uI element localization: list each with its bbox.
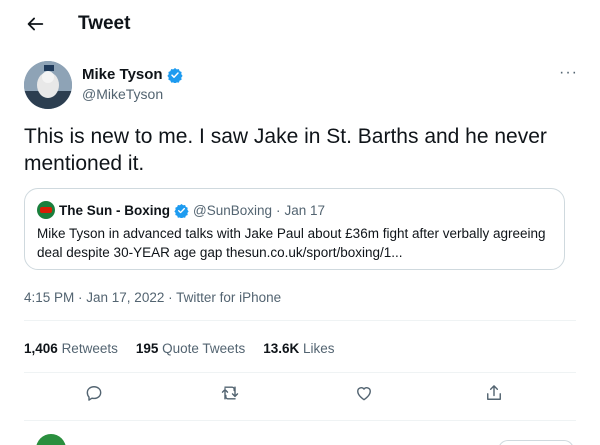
quoted-author-name: The Sun - Boxing	[59, 202, 170, 218]
next-tweet-follow-button[interactable]	[498, 440, 574, 445]
back-button[interactable]	[24, 13, 46, 35]
retweets-count: 1,406	[24, 341, 58, 356]
share-icon	[487, 385, 501, 400]
likes-count: 13.6K	[263, 341, 300, 356]
tweet-page: Tweet Mike Tyson @MikeTyson ··· This is …	[0, 0, 600, 445]
tweet-stats: 1,406 Retweets 195 Quote Tweets 13.6K Li…	[24, 341, 335, 356]
reply-button[interactable]	[84, 383, 108, 407]
more-icon[interactable]: ···	[559, 64, 578, 82]
quoted-tweet-header: The Sun - Boxing @SunBoxing · Jan 17	[37, 201, 325, 219]
tweet-metadata: 4:15 PM · Jan 17, 2022 · Twitter for iPh…	[24, 290, 281, 305]
quoted-separator: ·	[276, 202, 281, 218]
divider	[24, 372, 576, 373]
likes-stat[interactable]: 13.6K Likes	[263, 341, 334, 356]
tweet-source[interactable]: Twitter for iPhone	[176, 290, 281, 305]
retweet-button[interactable]	[220, 383, 244, 407]
meta-separator: ·	[164, 290, 177, 305]
share-button[interactable]	[484, 383, 508, 407]
tweet-timestamp[interactable]: 4:15 PM · Jan 17, 2022	[24, 290, 164, 305]
quoted-date: Jan 17	[284, 202, 326, 218]
retweets-label: Retweets	[61, 341, 118, 356]
quote-tweets-count: 195	[135, 341, 159, 356]
tweet-actions	[24, 383, 576, 411]
retweets-stat[interactable]: 1,406 Retweets	[24, 341, 118, 356]
author-name-row[interactable]: Mike Tyson	[82, 66, 183, 83]
divider	[24, 420, 576, 421]
page-title: Tweet	[78, 13, 131, 34]
retweet-icon	[221, 386, 239, 400]
page-header: Tweet	[0, 0, 600, 52]
likes-label: Likes	[303, 341, 335, 356]
heart-icon	[357, 387, 371, 401]
avatar[interactable]	[24, 61, 72, 109]
arrow-left-icon	[27, 17, 44, 31]
tweet-text: This is new to me. I saw Jake in St. Bar…	[24, 125, 547, 175]
like-button[interactable]	[354, 383, 378, 407]
reply-icon	[86, 386, 102, 401]
avatar-image	[24, 61, 72, 109]
divider	[24, 320, 576, 321]
verified-badge-icon	[166, 67, 183, 83]
quoted-avatar	[37, 201, 55, 219]
next-tweet-avatar	[36, 434, 66, 445]
quoted-tweet-text: Mike Tyson in advanced talks with Jake P…	[37, 226, 546, 260]
quote-tweets-stat[interactable]: 195 Quote Tweets	[136, 341, 245, 356]
quoted-tweet[interactable]: The Sun - Boxing @SunBoxing · Jan 17 Mik…	[24, 188, 565, 270]
author-name: Mike Tyson	[82, 66, 163, 83]
quote-tweets-label: Quote Tweets	[162, 341, 246, 356]
verified-badge-icon	[174, 203, 189, 218]
quoted-author-handle: @SunBoxing	[193, 202, 273, 218]
author-handle[interactable]: @MikeTyson	[82, 86, 163, 102]
